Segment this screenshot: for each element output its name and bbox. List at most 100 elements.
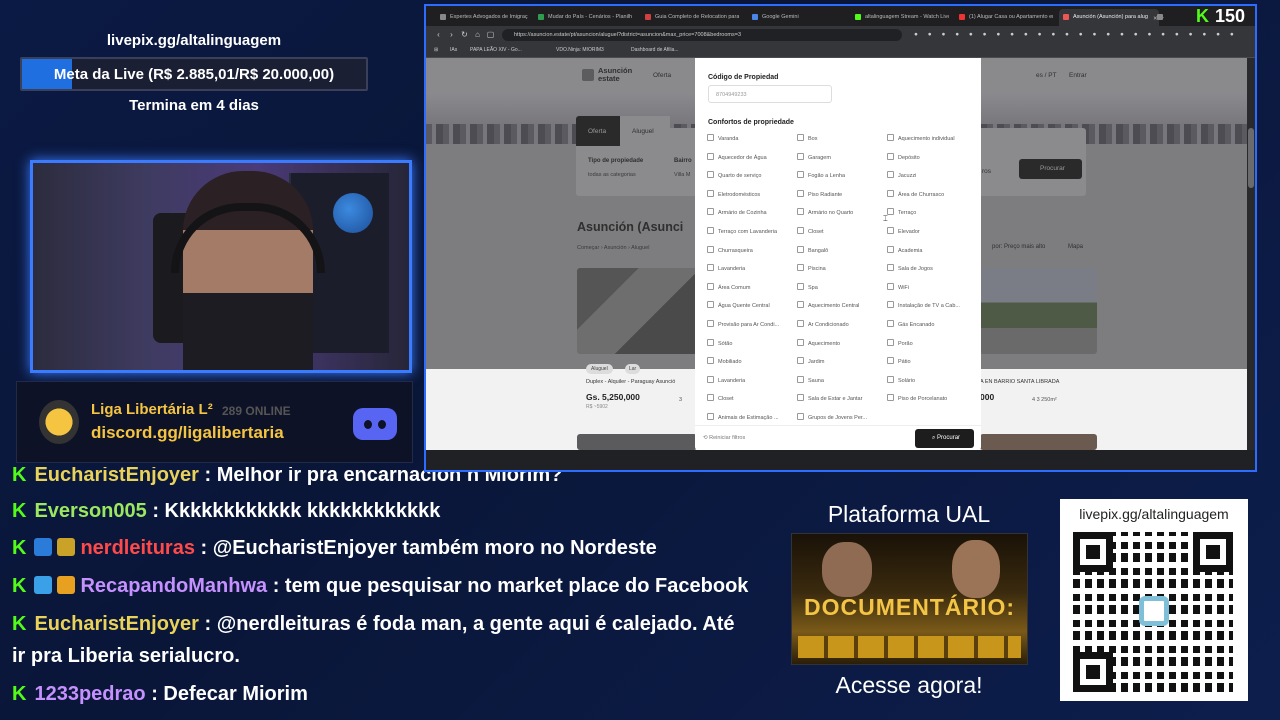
bookmark-vdo[interactable]: VDO.Ninja: MIORIM3 bbox=[556, 47, 604, 53]
amenity-checkbox[interactable] bbox=[797, 375, 804, 383]
amenity-option[interactable]: Closet bbox=[707, 394, 734, 402]
neighborhood-select[interactable]: Villa M bbox=[674, 172, 690, 178]
amenity-checkbox[interactable] bbox=[707, 357, 714, 365]
amenity-checkbox[interactable] bbox=[707, 320, 714, 327]
amenity-option[interactable]: Lavanderia bbox=[707, 375, 745, 384]
amenity-checkbox[interactable] bbox=[707, 171, 714, 179]
browser-tab[interactable]: Expertes Advogados de Imigraç bbox=[436, 9, 534, 26]
amenity-checkbox[interactable] bbox=[887, 357, 894, 365]
browser-tab[interactable]: Mudar do País - Cenários - Planilha bbox=[534, 9, 632, 26]
chat-username[interactable]: EucharistEnjoyer bbox=[34, 613, 199, 635]
amenity-option[interactable]: Box bbox=[797, 134, 817, 142]
amenity-option[interactable]: Jardim bbox=[797, 357, 825, 365]
listing-image[interactable] bbox=[577, 268, 697, 354]
map-toggle[interactable]: Mapa bbox=[1068, 244, 1083, 250]
amenity-checkbox[interactable] bbox=[797, 413, 804, 420]
amenity-option[interactable]: Churrasqueira bbox=[707, 245, 753, 254]
amenity-checkbox[interactable] bbox=[887, 152, 894, 160]
reload-icon[interactable]: ↻ bbox=[460, 30, 469, 39]
amenity-option[interactable]: Pátio bbox=[887, 357, 911, 365]
amenity-option[interactable]: Sótão bbox=[707, 338, 732, 347]
amenity-option[interactable]: Piscina bbox=[797, 264, 826, 272]
amenity-option[interactable]: Elevador bbox=[887, 227, 920, 235]
amenity-checkbox[interactable] bbox=[887, 264, 894, 272]
scrollbar-thumb[interactable] bbox=[1248, 128, 1254, 188]
amenity-option[interactable]: Sauna bbox=[797, 375, 824, 384]
language-switch[interactable]: es / PT bbox=[1036, 72, 1057, 79]
site-logo-icon[interactable] bbox=[582, 69, 594, 81]
amenity-checkbox[interactable] bbox=[797, 152, 804, 160]
amenity-checkbox[interactable] bbox=[887, 189, 894, 197]
forward-icon[interactable]: › bbox=[447, 30, 456, 39]
site-search-button[interactable]: Procurar bbox=[1019, 159, 1082, 179]
amenity-option[interactable]: Lavanderia bbox=[707, 264, 745, 272]
amenity-option[interactable]: Academia bbox=[887, 245, 922, 254]
amenity-option[interactable]: Água Quente Central bbox=[707, 301, 770, 309]
amenity-option[interactable]: Gás Encanado bbox=[887, 320, 934, 328]
amenity-checkbox[interactable] bbox=[707, 338, 714, 346]
amenity-checkbox[interactable] bbox=[797, 264, 804, 272]
site-offer-menu[interactable]: Oferta bbox=[653, 72, 671, 79]
amenity-checkbox[interactable] bbox=[797, 394, 804, 402]
chat-username[interactable]: EucharistEnjoyer bbox=[34, 467, 199, 486]
amenity-option[interactable]: Instalação de TV a Cab... bbox=[887, 301, 960, 309]
amenity-checkbox[interactable] bbox=[707, 134, 714, 141]
amenity-option[interactable]: Terraço bbox=[887, 208, 916, 216]
amenity-option[interactable]: Armário no Quarto bbox=[797, 208, 853, 216]
browser-tab[interactable]: altalinguagem Stream - Watch Live bbox=[851, 9, 949, 26]
amenity-checkbox[interactable] bbox=[887, 394, 894, 402]
amenity-option[interactable]: Porão bbox=[887, 338, 913, 347]
amenity-checkbox[interactable] bbox=[797, 245, 804, 253]
new-tab-icon[interactable]: ✕ ＋ bbox=[1153, 9, 1165, 26]
browser-tab[interactable]: (1) Alugar Casa ou Apartamento em bbox=[955, 9, 1053, 26]
amenity-option[interactable]: Varanda bbox=[707, 134, 738, 142]
amenity-option[interactable]: Provisão para Ar Condi... bbox=[707, 320, 779, 328]
amenity-checkbox[interactable] bbox=[887, 282, 894, 290]
amenity-checkbox[interactable] bbox=[887, 301, 894, 309]
amenity-option[interactable]: Garagem bbox=[797, 152, 831, 161]
bookmark-dashboard[interactable]: Dashboard de Afilia... bbox=[631, 47, 679, 53]
amenity-checkbox[interactable] bbox=[887, 245, 894, 253]
browser-tab[interactable]: Google Gemini bbox=[748, 9, 846, 26]
listing-title[interactable]: Duplex - Alquiler - Paraguay Asunció bbox=[586, 379, 675, 385]
amenity-option[interactable]: Aquecimento Central bbox=[797, 301, 859, 309]
amenity-checkbox[interactable] bbox=[887, 375, 894, 383]
amenity-checkbox[interactable] bbox=[797, 227, 804, 234]
sort-select[interactable]: por: Preço mais alto bbox=[992, 244, 1045, 250]
amenity-checkbox[interactable] bbox=[887, 227, 894, 234]
amenity-option[interactable]: Área Comum bbox=[707, 282, 750, 291]
listing-image[interactable] bbox=[980, 268, 1097, 354]
amenity-checkbox[interactable] bbox=[797, 189, 804, 197]
property-code-input[interactable]: 8704949233 bbox=[708, 85, 832, 103]
bookmark-ias[interactable]: IAs bbox=[450, 47, 457, 53]
amenity-option[interactable]: Eletrodomésticos bbox=[707, 189, 760, 198]
amenity-option[interactable]: Sala de Jogos bbox=[887, 264, 933, 272]
site-logo[interactable]: Asunción estate bbox=[598, 67, 632, 83]
listing-title[interactable]: A EN BARRIO SANTA LIBRADA bbox=[980, 379, 1059, 385]
amenity-option[interactable]: Quarto de serviço bbox=[707, 171, 761, 179]
reset-filters-button[interactable]: ⟲ Reiniciar filtros bbox=[703, 435, 745, 441]
amenity-checkbox[interactable] bbox=[797, 338, 804, 346]
amenity-option[interactable]: Solário bbox=[887, 375, 915, 384]
chat-username[interactable]: RecapandoManhwa bbox=[80, 575, 267, 597]
amenity-option[interactable]: Spa bbox=[797, 282, 818, 291]
amenity-option[interactable]: Mobiliado bbox=[707, 357, 742, 365]
amenity-option[interactable]: Piso Radiante bbox=[797, 189, 842, 198]
browser-tab[interactable]: Asunción (Asunción) para alug bbox=[1059, 9, 1159, 26]
amenity-checkbox[interactable] bbox=[797, 171, 804, 179]
amenity-checkbox[interactable] bbox=[707, 282, 714, 290]
amenity-option[interactable]: Bangalô bbox=[797, 245, 828, 254]
amenity-checkbox[interactable] bbox=[707, 394, 714, 402]
amenity-checkbox[interactable] bbox=[887, 171, 894, 179]
amenity-checkbox[interactable] bbox=[887, 134, 894, 141]
amenity-checkbox[interactable] bbox=[707, 189, 714, 197]
listing-image[interactable] bbox=[980, 434, 1097, 450]
amenity-checkbox[interactable] bbox=[797, 208, 804, 216]
amenity-option[interactable]: Depósito bbox=[887, 152, 920, 161]
amenity-checkbox[interactable] bbox=[707, 413, 714, 420]
amenity-checkbox[interactable] bbox=[887, 320, 894, 327]
amenity-option[interactable]: Terraço com Lavanderia bbox=[707, 227, 777, 235]
amenity-checkbox[interactable] bbox=[887, 338, 894, 346]
extension-icons[interactable]: ● ● ● ● ● ● ● ● ● ● ● ● ● ● ● ● ● ● ● ● … bbox=[914, 31, 1238, 38]
amenity-checkbox[interactable] bbox=[707, 375, 714, 383]
